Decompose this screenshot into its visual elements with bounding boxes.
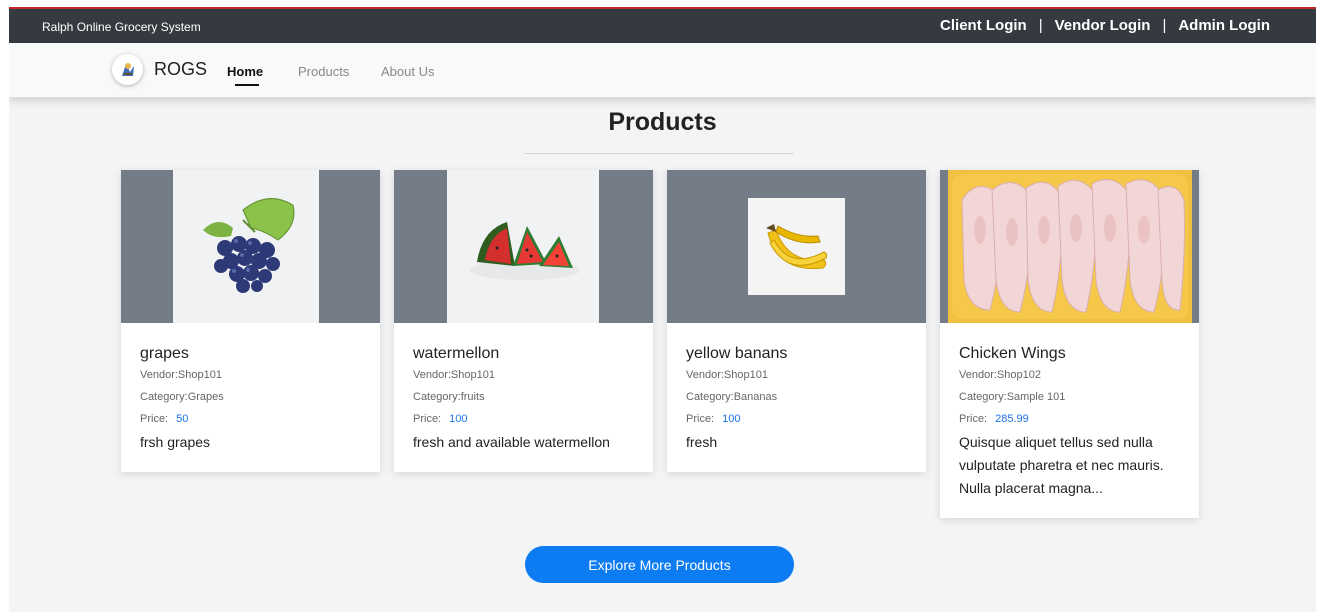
product-card-body: watermellon Vendor:Shop101 Category:frui… xyxy=(394,323,653,472)
product-card-watermellon[interactable]: watermellon Vendor:Shop101 Category:frui… xyxy=(394,170,653,472)
product-name[interactable]: Chicken Wings xyxy=(959,345,1180,363)
price-label: Price: xyxy=(686,413,715,425)
product-card-yellow-banans[interactable]: yellow banans Vendor:Shop101 Category:Ba… xyxy=(667,170,926,472)
product-price: 100 xyxy=(722,413,741,425)
product-image-container xyxy=(121,170,380,323)
product-category: Category:Bananas xyxy=(686,391,778,403)
product-price: 285.99 xyxy=(995,413,1029,425)
product-category: Category:fruits xyxy=(413,391,485,403)
product-card-body: grapes Vendor:Shop101 Category:Grapes Pr… xyxy=(121,323,380,472)
nav-products[interactable]: Products xyxy=(298,64,349,79)
product-description: fresh and available watermellon xyxy=(413,434,610,450)
page: Ralph Online Grocery System Client Login… xyxy=(9,7,1316,612)
product-name[interactable]: yellow banans xyxy=(686,345,907,363)
product-description: Quisque aliquet tellus sed nulla vulputa… xyxy=(959,434,1164,496)
admin-login-link[interactable]: Admin Login xyxy=(1178,17,1270,34)
price-label: Price: xyxy=(140,413,169,425)
product-card-chicken-wings[interactable]: Chicken Wings Vendor:Shop102 Category:Sa… xyxy=(940,170,1199,518)
nav-about-us[interactable]: About Us xyxy=(381,64,434,79)
client-login-link[interactable]: Client Login xyxy=(940,17,1027,34)
product-price: 50 xyxy=(176,413,189,425)
top-accent-line xyxy=(9,7,1316,9)
price-label: Price: xyxy=(959,413,988,425)
chicken-wings-image[interactable] xyxy=(948,170,1192,323)
top-bar: Ralph Online Grocery System Client Login… xyxy=(9,9,1316,43)
product-price-row: Price: 100 xyxy=(413,413,634,425)
section-title: Products xyxy=(608,108,717,136)
product-image-container xyxy=(394,170,653,323)
product-category: Category:Sample 101 xyxy=(959,391,1066,403)
product-category: Category:Grapes xyxy=(140,391,224,403)
title-divider xyxy=(524,153,794,154)
price-label: Price: xyxy=(413,413,442,425)
product-card-body: Chicken Wings Vendor:Shop102 Category:Sa… xyxy=(940,323,1199,518)
main-navbar: ROGS Home Products About Us xyxy=(9,43,1316,97)
product-vendor: Vendor:Shop101 xyxy=(140,369,222,381)
banana-image[interactable] xyxy=(748,198,845,295)
product-image-container xyxy=(940,170,1199,323)
product-vendor: Vendor:Shop101 xyxy=(413,369,495,381)
product-name[interactable]: watermellon xyxy=(413,345,634,363)
site-name: Ralph Online Grocery System xyxy=(42,20,201,34)
separator: | xyxy=(1162,17,1167,34)
product-name[interactable]: grapes xyxy=(140,345,361,363)
product-card-grapes[interactable]: grapes Vendor:Shop101 Category:Grapes Pr… xyxy=(121,170,380,472)
product-description: frsh grapes xyxy=(140,434,211,450)
watermelon-image[interactable] xyxy=(447,170,599,323)
explore-more-products-button[interactable]: Explore More Products xyxy=(525,546,794,583)
product-price-row: Price: 285.99 xyxy=(959,413,1180,425)
product-card-body: yellow banans Vendor:Shop101 Category:Ba… xyxy=(667,323,926,472)
nav-home[interactable]: Home xyxy=(227,64,263,79)
product-image-container xyxy=(667,170,926,323)
login-links: Client Login | Vendor Login | Admin Logi… xyxy=(940,17,1270,34)
grapes-image[interactable] xyxy=(173,170,319,323)
product-vendor: Vendor:Shop102 xyxy=(959,369,1041,381)
active-nav-indicator xyxy=(235,84,259,86)
product-price: 100 xyxy=(449,413,468,425)
product-vendor: Vendor:Shop101 xyxy=(686,369,768,381)
product-description: fresh xyxy=(686,434,718,450)
brand-name[interactable]: ROGS xyxy=(154,59,207,80)
product-price-row: Price: 100 xyxy=(686,413,907,425)
brand-logo-icon[interactable] xyxy=(112,54,143,85)
vendor-login-link[interactable]: Vendor Login xyxy=(1055,17,1151,34)
separator: | xyxy=(1038,17,1043,34)
product-price-row: Price: 50 xyxy=(140,413,361,425)
